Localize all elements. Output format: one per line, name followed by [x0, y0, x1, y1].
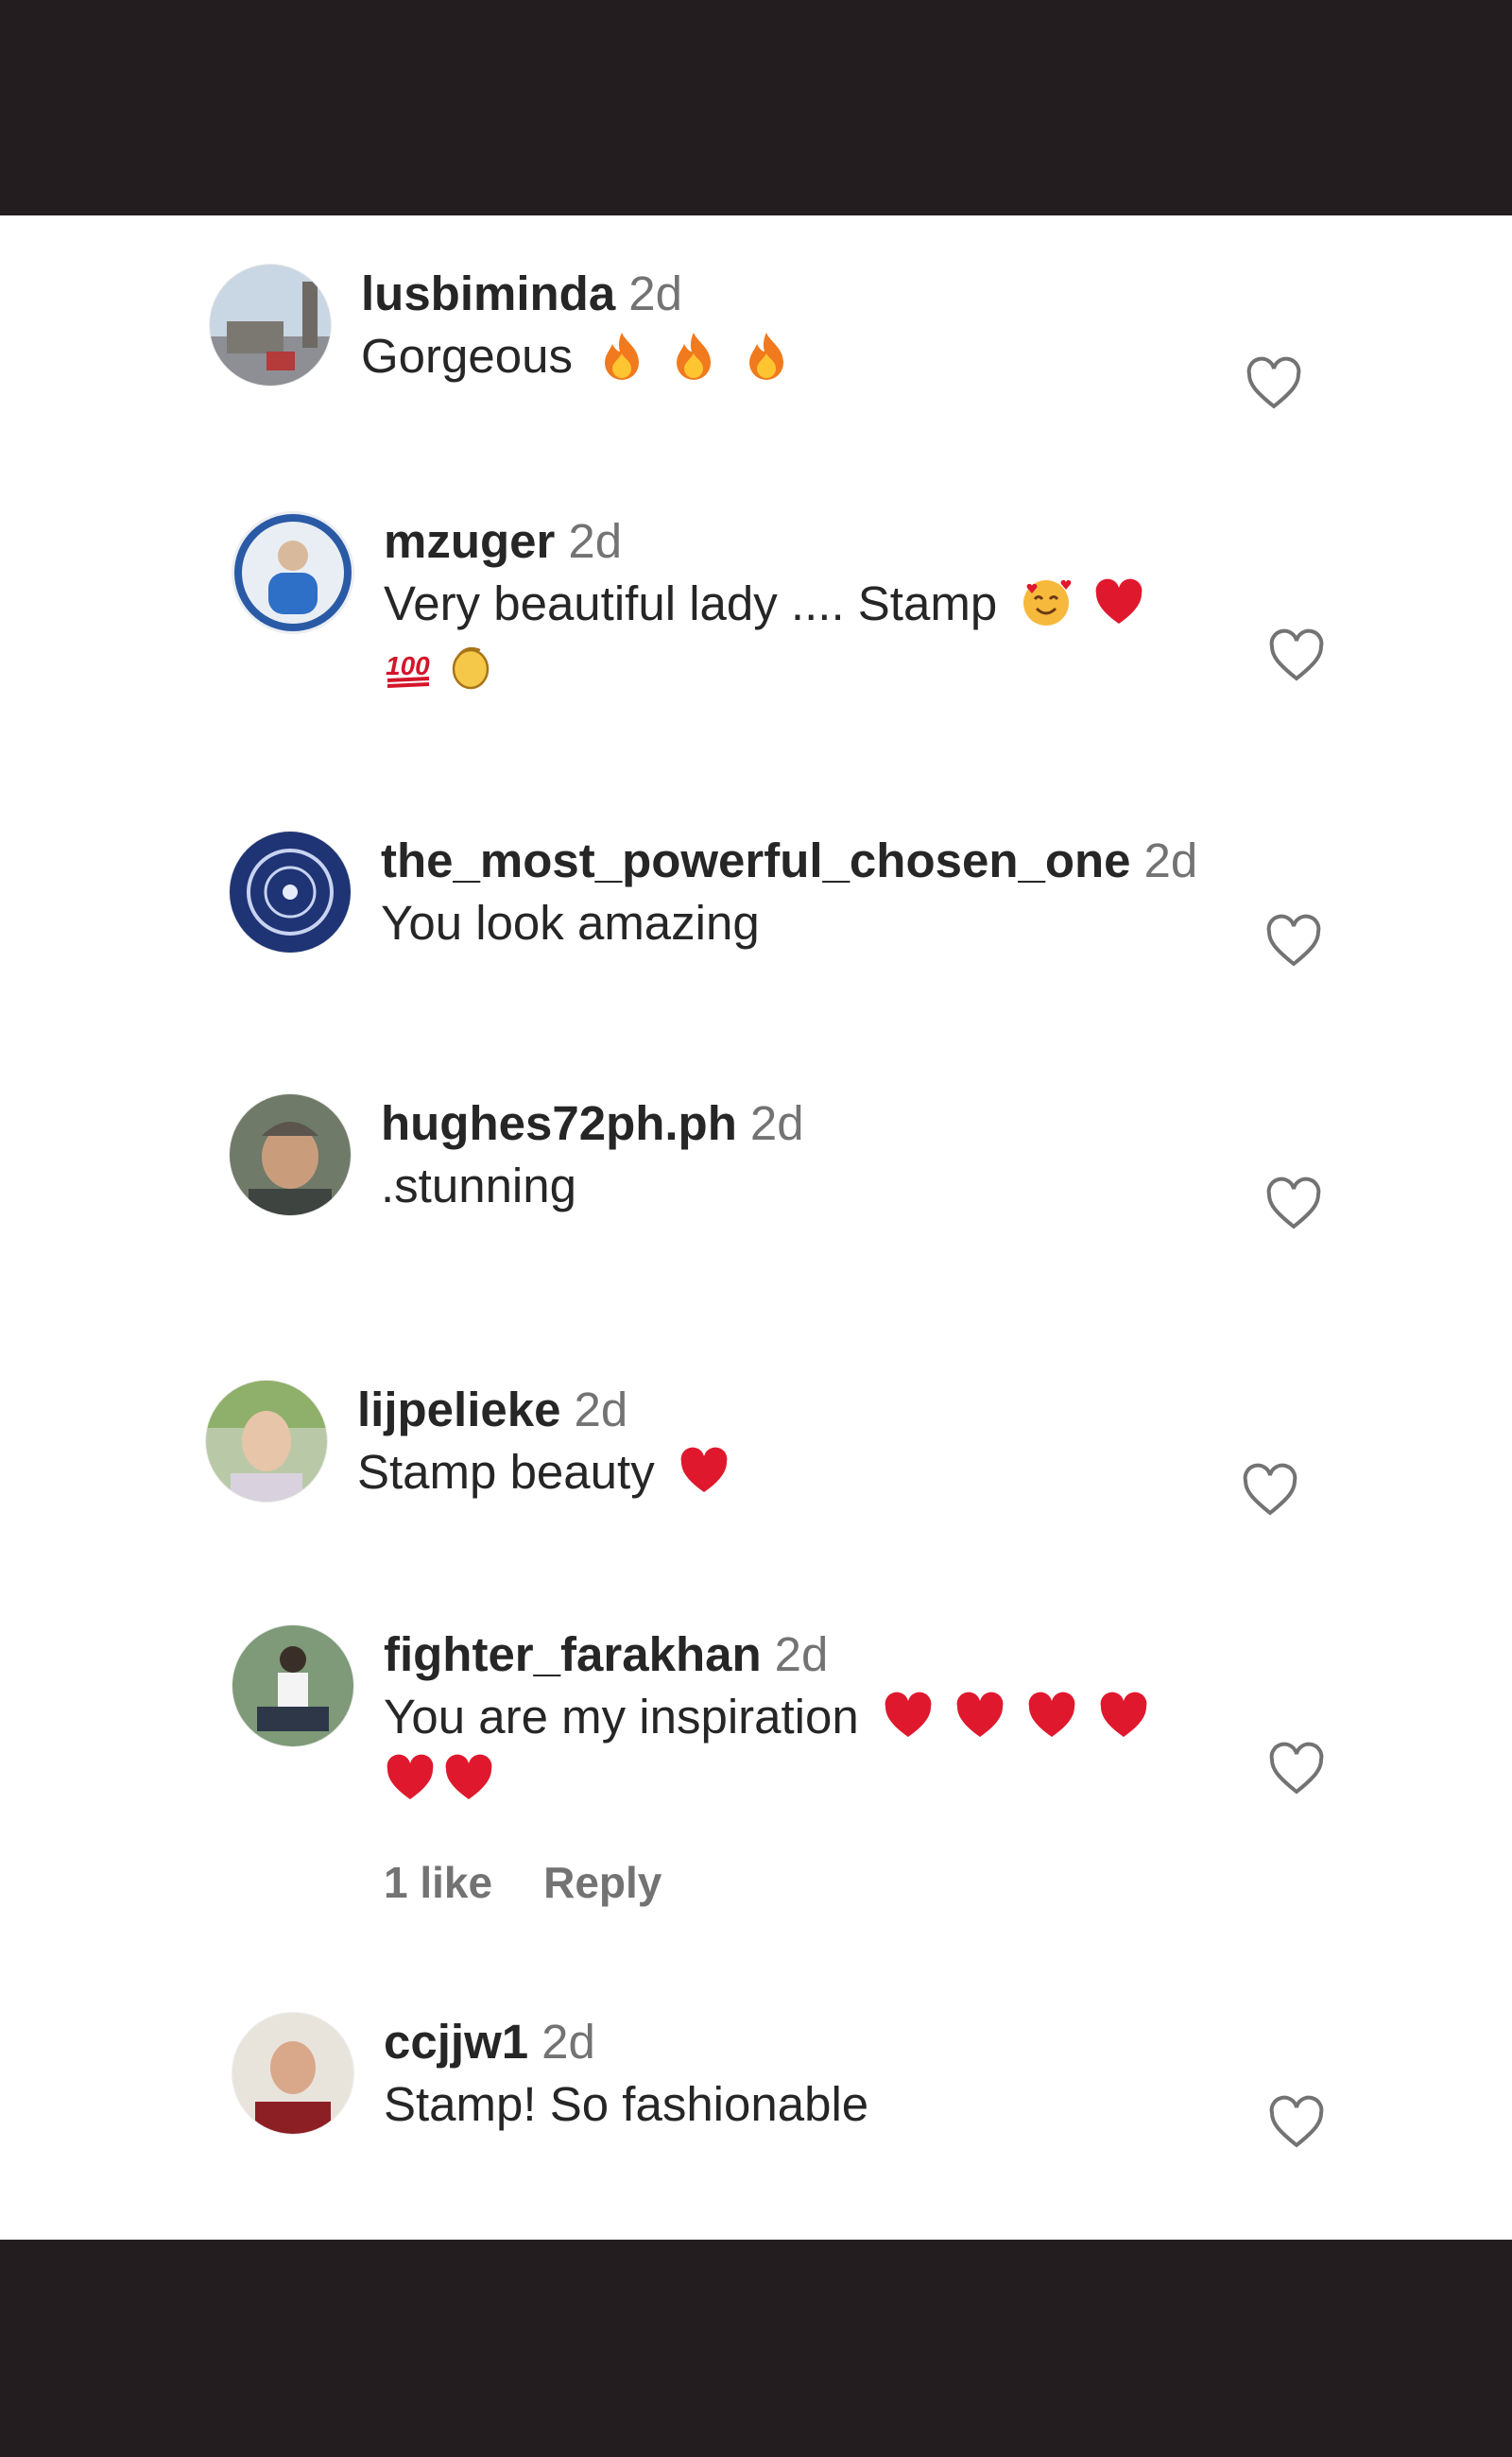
- username[interactable]: lijpelieke: [357, 1383, 560, 1436]
- avatar[interactable]: [230, 832, 351, 953]
- red-heart-emoji: [954, 1690, 1006, 1743]
- heart-icon[interactable]: [1242, 352, 1306, 416]
- reply-button[interactable]: Reply: [543, 1858, 662, 1907]
- svg-text:100: 100: [386, 651, 430, 680]
- timestamp: 2d: [1143, 833, 1198, 887]
- timestamp: 2d: [541, 2015, 595, 2069]
- red-heart-emoji: [1097, 1690, 1150, 1743]
- avatar[interactable]: [210, 265, 331, 386]
- comment-actions: 1 like Reply: [384, 1857, 713, 1908]
- avatar[interactable]: [206, 1381, 327, 1502]
- heart-icon[interactable]: [1262, 909, 1326, 973]
- comment-text: .stunning: [381, 1159, 576, 1212]
- red-heart-emoji: [442, 1752, 495, 1805]
- clapping-hands-emoji: [442, 639, 495, 692]
- fire-emoji: [740, 329, 793, 382]
- red-heart-emoji: [678, 1445, 730, 1498]
- comment-text: Stamp! So fashionable: [384, 2077, 869, 2131]
- timestamp: 2d: [568, 514, 623, 568]
- username[interactable]: the_most_powerful_chosen_one: [381, 833, 1131, 887]
- username[interactable]: lusbiminda: [361, 266, 615, 320]
- avatar[interactable]: [232, 512, 353, 633]
- username[interactable]: ccjjw1: [384, 2015, 528, 2069]
- comment-text: Gorgeous: [361, 329, 573, 383]
- username[interactable]: mzuger: [384, 514, 555, 568]
- timestamp: 2d: [574, 1383, 628, 1436]
- heart-icon[interactable]: [1238, 1458, 1302, 1522]
- timestamp: 2d: [749, 1096, 804, 1150]
- comments-panel: lusbiminda 2d Gorgeous mzuger 2d Very beau…: [0, 215, 1512, 2240]
- red-heart-emoji: [882, 1690, 935, 1743]
- top-dark-band: [0, 0, 1512, 215]
- heart-icon[interactable]: [1264, 1737, 1329, 1801]
- likes-count[interactable]: 1 like: [384, 1858, 492, 1907]
- red-heart-emoji: [1092, 576, 1145, 629]
- avatar[interactable]: [232, 2013, 353, 2134]
- heart-icon[interactable]: [1264, 624, 1329, 688]
- hundred-points-emoji: 100: [384, 639, 437, 692]
- smiling-face-with-hearts-emoji: [1020, 576, 1073, 629]
- timestamp: 2d: [774, 1627, 829, 1681]
- username[interactable]: fighter_farakhan: [384, 1627, 762, 1681]
- red-heart-emoji: [384, 1752, 437, 1805]
- comment-text: Stamp beauty: [357, 1445, 655, 1499]
- comment-text: You are my inspiration: [384, 1690, 859, 1744]
- heart-icon[interactable]: [1264, 2090, 1329, 2155]
- timestamp: 2d: [628, 266, 682, 320]
- avatar[interactable]: [232, 1625, 353, 1746]
- comment-text: You look amazing: [381, 896, 760, 950]
- avatar[interactable]: [230, 1094, 351, 1215]
- bottom-dark-band: [0, 2240, 1512, 2457]
- username[interactable]: hughes72ph.ph: [381, 1096, 737, 1150]
- comment-text: Very beautiful lady .... Stamp: [384, 576, 998, 630]
- fire-emoji: [595, 329, 648, 382]
- heart-icon[interactable]: [1262, 1172, 1326, 1236]
- fire-emoji: [667, 329, 720, 382]
- red-heart-emoji: [1025, 1690, 1078, 1743]
